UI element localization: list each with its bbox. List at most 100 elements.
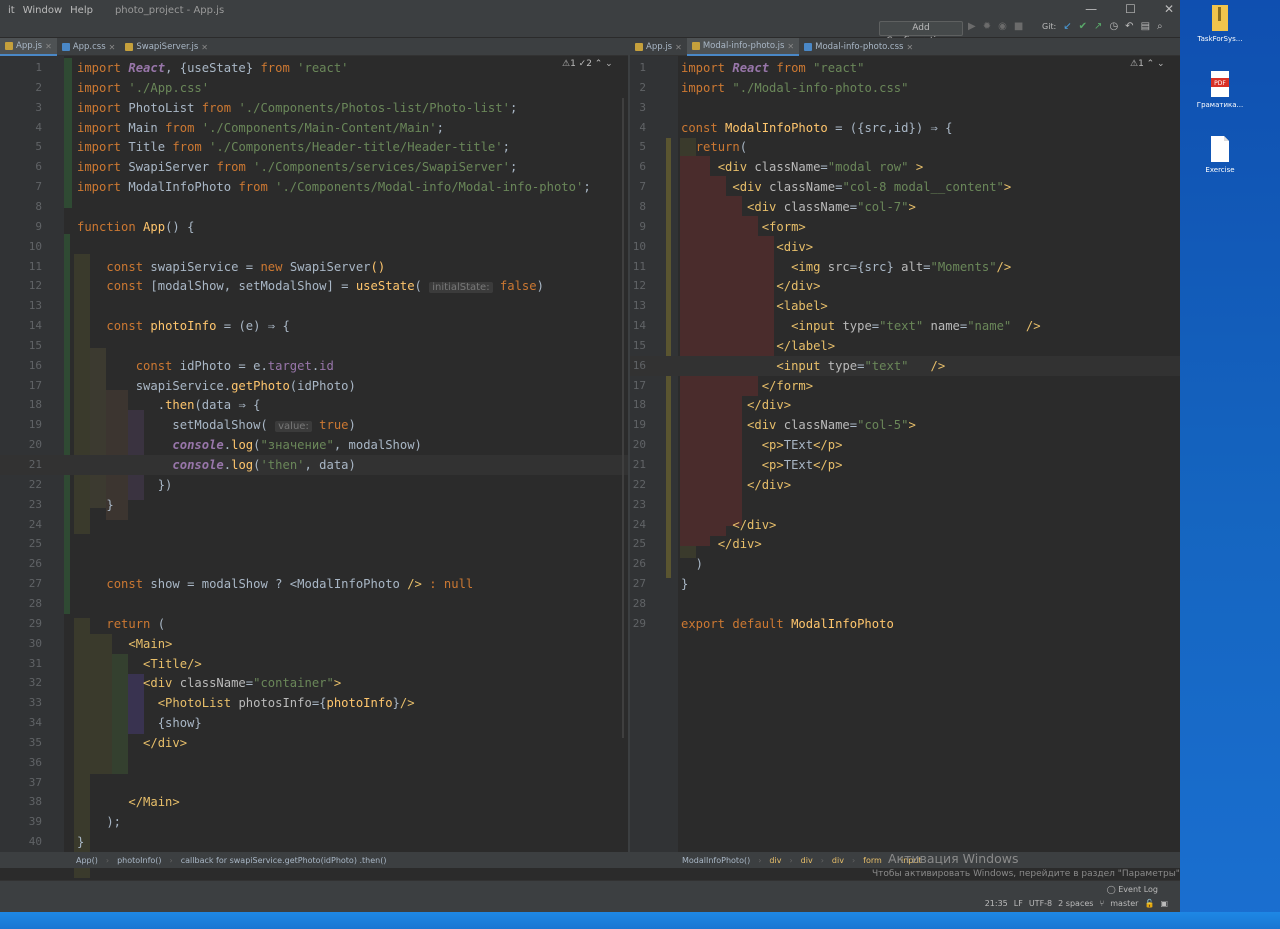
git-push-icon[interactable]: ↗ xyxy=(1094,21,1102,32)
taskbar[interactable] xyxy=(0,912,1280,929)
code-line[interactable]: 2 import './App.css' xyxy=(0,78,628,98)
code-line[interactable]: 18 </div> xyxy=(630,395,1180,415)
code-line[interactable]: 8 xyxy=(0,197,628,217)
git-update-icon[interactable]: ↙ xyxy=(1063,21,1071,32)
stop-icon[interactable]: ■ xyxy=(1014,21,1023,32)
breadcrumb-item[interactable]: div xyxy=(769,856,781,865)
breadcrumb-item[interactable]: App() xyxy=(76,856,98,865)
code-line[interactable]: 40} xyxy=(0,832,628,852)
history-icon[interactable]: ◷ xyxy=(1109,21,1118,32)
code-line[interactable]: 36 xyxy=(0,753,628,773)
close-tab-icon[interactable]: ✕ xyxy=(201,43,208,52)
code-line[interactable]: 20 console.log("значение", modalShow) xyxy=(0,435,628,455)
code-line[interactable]: 17 </form> xyxy=(630,376,1180,396)
add-configuration-button[interactable]: Add Configuration... xyxy=(879,21,963,46)
code-line[interactable]: 26 ) xyxy=(630,554,1180,574)
code-line[interactable]: 8 <div className="col-7"> xyxy=(630,197,1180,217)
code-line[interactable]: 17 swapiService.getPhoto(idPhoto) xyxy=(0,376,628,396)
code-line[interactable]: 29 return ( xyxy=(0,614,628,634)
code-line[interactable]: 3 xyxy=(630,98,1180,118)
search-icon[interactable]: ⌕ xyxy=(1157,21,1163,32)
code-line[interactable]: 32 <div className="container"> xyxy=(0,673,628,693)
code-line[interactable]: 34 {show} xyxy=(0,713,628,733)
code-line[interactable]: 13 <label> xyxy=(630,296,1180,316)
menu-item-file[interactable]: it xyxy=(8,5,15,16)
code-line[interactable]: 23 } xyxy=(0,495,628,515)
code-line[interactable]: 21 <p>TExt</p> xyxy=(630,455,1180,475)
close-tab-icon[interactable]: ✕ xyxy=(787,42,794,51)
code-line[interactable]: 15 </label> xyxy=(630,336,1180,356)
coverage-icon[interactable]: ◉ xyxy=(998,21,1007,32)
lock-icon[interactable]: 🔓 xyxy=(1144,899,1154,908)
maximize-button[interactable]: ☐ xyxy=(1125,2,1136,16)
code-line[interactable]: 26 xyxy=(0,554,628,574)
code-line[interactable]: 29 export default ModalInfoPhoto xyxy=(630,614,1180,634)
code-line[interactable]: 4 import Main from './Components/Main-Con… xyxy=(0,118,628,138)
debug-icon[interactable]: ✹ xyxy=(983,21,991,32)
code-line[interactable]: 16 <input type="text" /> xyxy=(630,355,1180,376)
close-tab-icon[interactable]: ✕ xyxy=(109,43,116,52)
structure-icon[interactable]: ▤ xyxy=(1141,21,1150,32)
code-line[interactable]: 2 import "./Modal-info-photo.css" xyxy=(630,78,1180,98)
breadcrumb-item[interactable]: div xyxy=(801,856,813,865)
desktop-icon-pdf[interactable]: PDF Граматика... xyxy=(1185,70,1255,109)
menu-item-help[interactable]: Help xyxy=(70,5,93,16)
code-line[interactable]: 23 xyxy=(630,495,1180,515)
code-line[interactable]: 28 xyxy=(630,594,1180,614)
close-tab-icon[interactable]: ✕ xyxy=(675,43,682,52)
code-line[interactable]: 7 import ModalInfoPhoto from './Component… xyxy=(0,177,628,197)
tab-app-js[interactable]: App.js ✕ xyxy=(0,38,57,56)
code-line[interactable]: 15 xyxy=(0,336,628,356)
indent-setting[interactable]: 2 spaces xyxy=(1058,899,1093,908)
tab-app-css[interactable]: App.css ✕ xyxy=(57,38,121,56)
run-icon[interactable]: ▶ xyxy=(968,21,976,32)
code-line[interactable]: 25 xyxy=(0,534,628,554)
breadcrumb-item[interactable]: div xyxy=(832,856,844,865)
code-line[interactable]: 13 xyxy=(0,296,628,316)
code-line[interactable]: 28 xyxy=(0,594,628,614)
code-line[interactable]: 33 <PhotoList photosInfo={photoInfo}/> xyxy=(0,693,628,713)
tab-modal-info-photo-js[interactable]: Modal-info-photo.js ✕ xyxy=(686,38,800,56)
code-line[interactable]: 11 const swapiService = new SwapiServer(… xyxy=(0,257,628,277)
left-inspection-widget[interactable]: ⚠1 ✓2 ⌃ ⌄ xyxy=(562,59,613,69)
code-line[interactable]: 16 const idPhoto = e.target.id xyxy=(0,356,628,376)
caret-position[interactable]: 21:35 xyxy=(985,899,1008,908)
code-line[interactable]: 19 setModalShow( value: true) xyxy=(0,415,628,435)
code-line[interactable]: 10 <div> xyxy=(630,237,1180,257)
code-line[interactable]: 25 </div> xyxy=(630,534,1180,554)
code-line[interactable]: 18 .then(data ⇒ { xyxy=(0,395,628,415)
code-line[interactable]: 6 <div className="modal row" > xyxy=(630,157,1180,177)
code-line[interactable]: 27 const show = modalShow ? <ModalInfoPh… xyxy=(0,574,628,594)
menu-item-window[interactable]: Window xyxy=(23,5,62,16)
code-line[interactable]: 30 <Main> xyxy=(0,634,628,654)
code-line[interactable]: 12 const [modalShow, setModalShow] = use… xyxy=(0,276,628,296)
event-log-button[interactable]: ◯ Event Log xyxy=(1107,885,1158,894)
code-line[interactable]: 20 <p>TExt</p> xyxy=(630,435,1180,455)
code-line[interactable]: 27} xyxy=(630,574,1180,594)
code-line[interactable]: 38 </Main> xyxy=(0,792,628,812)
code-line[interactable]: 39 ); xyxy=(0,812,628,832)
close-tab-icon[interactable]: ✕ xyxy=(906,43,913,52)
breadcrumb-item[interactable]: photoInfo() xyxy=(117,856,161,865)
tab-modal-info-photo-css[interactable]: Modal-info-photo.css ✕ xyxy=(799,38,918,56)
code-line[interactable]: 21 console.log('then', data) xyxy=(0,455,628,475)
git-branch[interactable]: master xyxy=(1110,899,1138,908)
code-line[interactable]: 22 </div> xyxy=(630,475,1180,495)
code-line[interactable]: 22 }) xyxy=(0,475,628,495)
code-line[interactable]: 12 </div> xyxy=(630,276,1180,296)
code-line[interactable]: 19 <div className="col-5"> xyxy=(630,415,1180,435)
code-line[interactable]: 31 <Title/> xyxy=(0,654,628,674)
breadcrumb-item[interactable]: form xyxy=(863,856,882,865)
rollback-icon[interactable]: ↶ xyxy=(1125,21,1133,32)
code-line[interactable]: 14 const photoInfo = (e) ⇒ { xyxy=(0,316,628,336)
minimize-button[interactable]: — xyxy=(1085,2,1097,16)
code-line[interactable]: 5 import Title from './Components/Header-… xyxy=(0,137,628,157)
code-line[interactable]: 9 <form> xyxy=(630,217,1180,237)
code-line[interactable]: 35 </div> xyxy=(0,733,628,753)
code-line[interactable]: 11 <img src={src} alt="Moments"/> xyxy=(630,257,1180,277)
left-scrollbar[interactable] xyxy=(622,98,624,738)
code-line[interactable]: 7 <div className="col-8 modal__content"> xyxy=(630,177,1180,197)
line-separator[interactable]: LF xyxy=(1014,899,1023,908)
code-line[interactable]: 37 xyxy=(0,773,628,793)
code-line[interactable]: 9 function App() { xyxy=(0,217,628,237)
